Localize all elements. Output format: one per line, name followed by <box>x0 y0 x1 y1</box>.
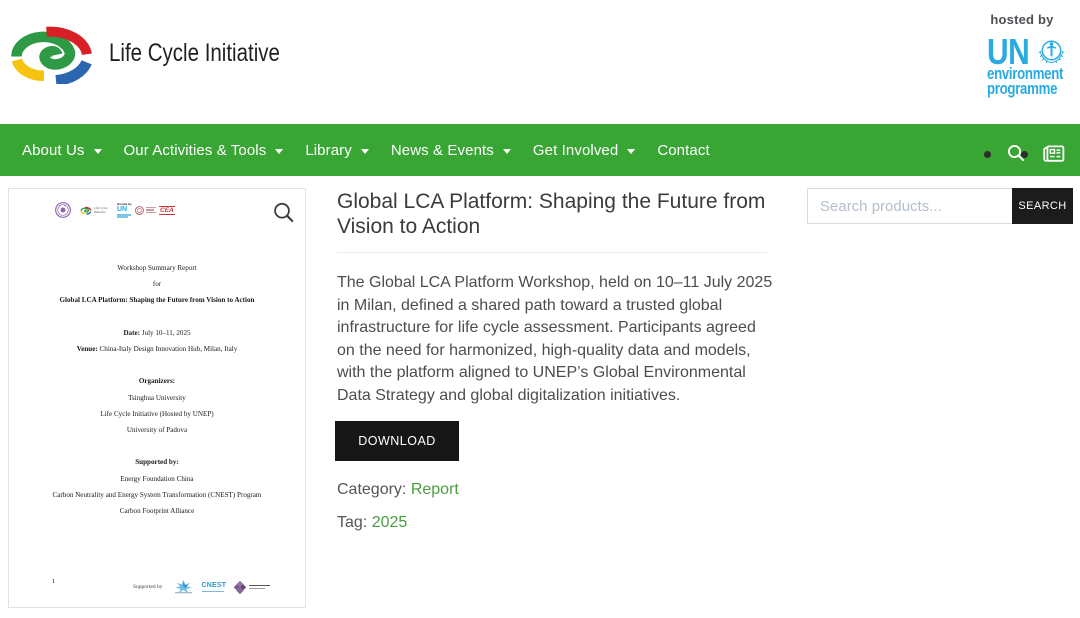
cover-sponsor-logos: Supported by CNEST <box>133 580 270 594</box>
cover-text: Workshop Summary Report for Global LCA P… <box>9 260 305 519</box>
product-search-widget: SEARCH <box>807 188 1073 224</box>
cover-line-label: Date: <box>123 329 140 337</box>
cover-line: Life Cycle Initiative (Hosted by UNEP) <box>9 406 305 422</box>
category-line: Category: Report <box>337 481 459 499</box>
nav-list: About Us Our Activities & Tools Library … <box>0 124 1080 176</box>
chevron-down-icon <box>503 149 511 154</box>
cover-line: Workshop Summary Report <box>9 260 305 276</box>
cover-footer: 1 Supported by CNEST <box>9 572 305 602</box>
cfa-text-bar <box>249 588 265 589</box>
cover-line: Venue: China-Italy Design Innovation Hub… <box>9 341 305 357</box>
cover-line-label: Venue: <box>77 345 98 353</box>
energy-foundation-logo-icon <box>171 580 196 594</box>
site-header: Life Cycle Initiative hosted by UN <box>0 0 1080 124</box>
product-title: Global LCA Platform: Shaping the Future … <box>337 189 777 239</box>
unep-logo: UN environment programme <box>987 34 1075 100</box>
cnest-text: CNEST <box>202 582 227 590</box>
cnest-subtext-bar <box>202 591 224 592</box>
cfa-text <box>249 585 270 590</box>
nav-item-label: Library <box>305 142 352 159</box>
life-cycle-initiative-logo-icon <box>8 24 96 84</box>
chevron-down-icon <box>627 149 635 154</box>
chevron-down-icon <box>361 149 369 154</box>
cnest-logo: CNEST <box>202 582 227 592</box>
search-products-input[interactable] <box>807 188 1012 224</box>
category-label: Category: <box>337 481 406 498</box>
nav-item-library[interactable]: Library <box>305 142 369 159</box>
cover-line: University of Padova <box>9 422 305 438</box>
tag-label: Tag: <box>337 514 367 531</box>
zoom-magnifier-icon[interactable] <box>272 201 296 225</box>
cover-line: Carbon Footprint Alliance <box>9 503 305 519</box>
tag-link[interactable]: 2025 <box>372 514 408 531</box>
cover-blank-line <box>9 357 305 373</box>
tsinghua-university-seal-icon: ✦✦ <box>55 202 71 218</box>
cover-line-text: China-Italy Design Innovation Hub, Milan… <box>98 345 238 353</box>
cover-mini-un-text: UN <box>117 206 131 213</box>
site-logo[interactable] <box>8 24 96 84</box>
unep-emblem-icon <box>1037 37 1066 66</box>
cover-line: Supported by: <box>9 454 305 470</box>
red-text-bar <box>146 209 154 210</box>
report-cover-thumbnail[interactable]: ✦✦ Life Cycle Initiative Hosted by UN <box>8 188 306 608</box>
carbon-footprint-alliance-logo-icon <box>233 581 247 594</box>
life-cycle-initiative-mini-logo-icon <box>80 206 92 215</box>
cfa-text-bar <box>249 585 270 587</box>
unep-mini-text-bar <box>117 216 128 218</box>
nav-item-get-involved[interactable]: Get Involved <box>533 142 635 159</box>
cover-line: Carbon Neutrality and Energy System Tran… <box>9 487 305 503</box>
cover-mini-brand-text: Life Cycle Initiative <box>94 206 114 214</box>
nav-item-label: News & Events <box>391 142 494 159</box>
newspaper-icon[interactable] <box>1042 145 1065 162</box>
category-link[interactable]: Report <box>411 481 459 498</box>
tag-line: Tag: 2025 <box>337 514 407 532</box>
nav-item-label: Contact <box>657 142 709 159</box>
hosted-by-label: hosted by <box>985 12 1059 27</box>
cover-line: Date: July 10–11, 2025 <box>9 325 305 341</box>
download-button[interactable]: DOWNLOAD <box>335 421 459 461</box>
cover-line-text: July 10–11, 2025 <box>140 329 191 337</box>
unep-programme-text: programme <box>987 82 1057 95</box>
nav-item-label: About Us <box>22 142 85 159</box>
svg-text:✦: ✦ <box>59 204 62 208</box>
nav-item-about-us[interactable]: About Us <box>22 142 102 159</box>
red-text-bar <box>146 212 156 213</box>
cover-page-number: 1 <box>52 578 55 585</box>
cover-supported-by-label: Supported by <box>133 584 163 590</box>
cover-line: Global LCA Platform: Shaping the Future … <box>9 292 305 308</box>
nav-bullet-dot <box>984 151 991 158</box>
cover-header-logos: ✦✦ Life Cycle Initiative Hosted by UN <box>55 201 175 219</box>
nav-item-label: Our Activities & Tools <box>124 142 267 159</box>
nav-item-news-events[interactable]: News & Events <box>391 142 511 159</box>
nav-item-label: Get Involved <box>533 142 618 159</box>
cover-line: Tsinghua University <box>9 390 305 406</box>
nav-item-contact[interactable]: Contact <box>657 142 709 159</box>
search-products-button[interactable]: SEARCH <box>1012 188 1073 224</box>
main-nav: About Us Our Activities & Tools Library … <box>0 124 1080 176</box>
cover-line: for <box>9 276 305 292</box>
cover-line: Energy Foundation China <box>9 471 305 487</box>
university-red-text <box>146 207 156 214</box>
university-of-padova-seal-icon <box>135 206 144 215</box>
cover-blank-line <box>9 438 305 454</box>
cover-line: Organizers: <box>9 373 305 389</box>
title-separator <box>337 252 767 253</box>
nav-item-our-activities-tools[interactable]: Our Activities & Tools <box>124 142 284 159</box>
cover-unep-mini-logo: Hosted by UN <box>117 202 131 218</box>
chevron-down-icon <box>275 149 283 154</box>
product-description: The Global LCA Platform Workshop, held o… <box>337 272 775 408</box>
cover-blank-line <box>9 309 305 325</box>
unep-mini-text-bar <box>117 214 131 216</box>
chevron-down-icon <box>94 149 102 154</box>
cea-logo: CEA <box>159 206 175 215</box>
hosted-by-block: hosted by UN environment <box>985 12 1059 27</box>
site-title[interactable]: Life Cycle Initiative <box>109 41 280 66</box>
red-text-bar <box>146 207 156 208</box>
nav-bullet-dot <box>1021 151 1028 158</box>
